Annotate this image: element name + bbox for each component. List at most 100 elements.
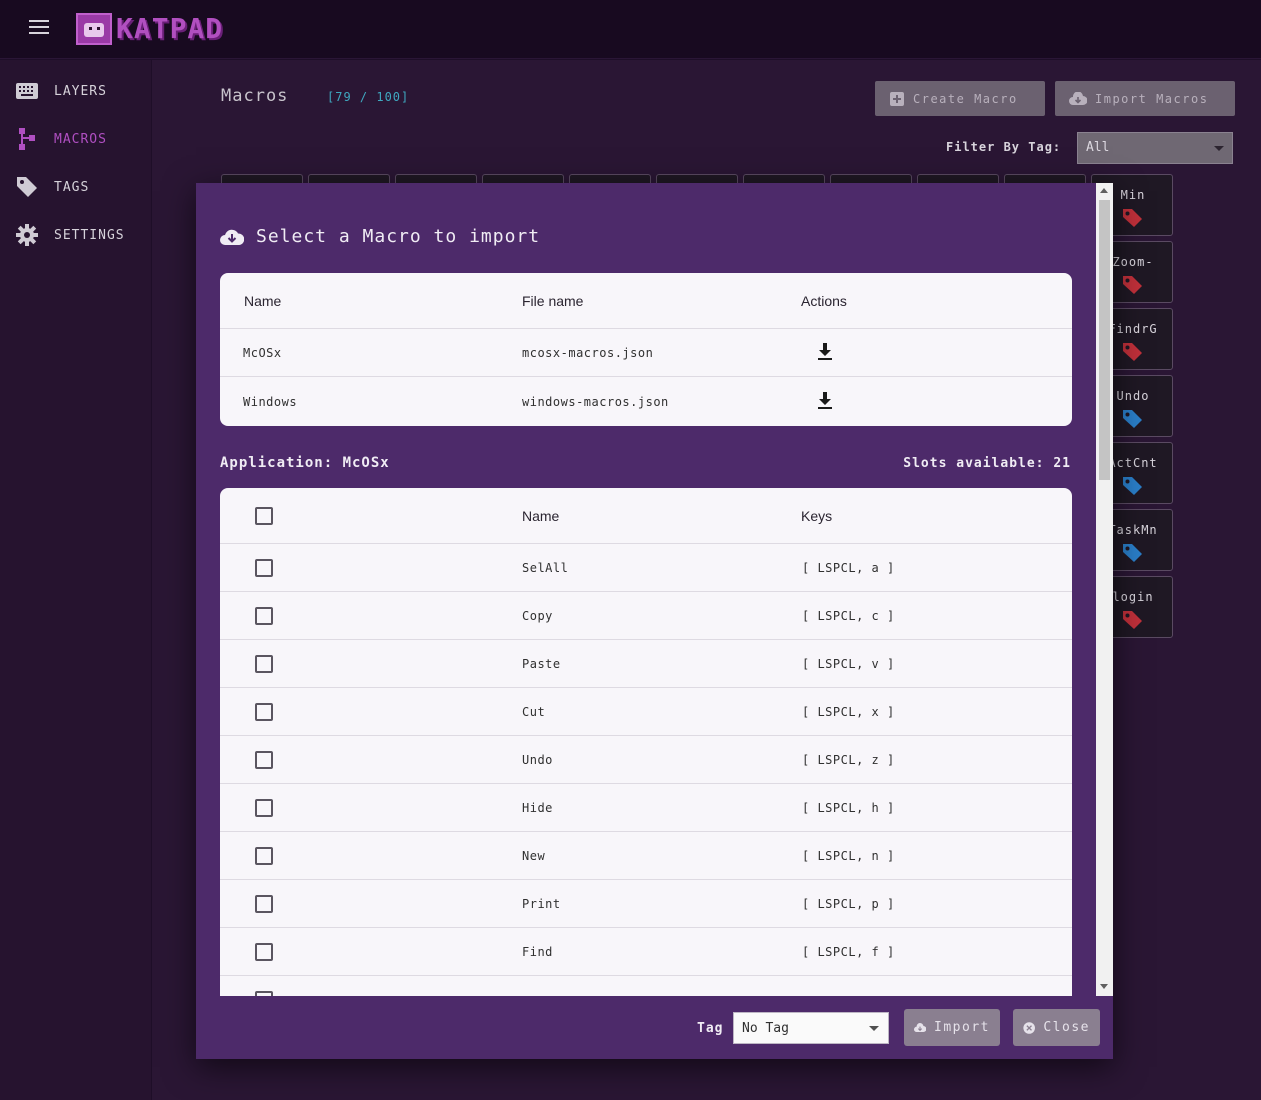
sidebar: LAYERS MACROS TAGS SETTINGS <box>0 60 151 1100</box>
table-row[interactable]: Find [ LSPCL, f ] <box>220 928 1072 976</box>
macro-name: Find <box>522 945 553 959</box>
row-checkbox[interactable] <box>255 559 273 577</box>
chevron-down-icon <box>1214 146 1224 151</box>
tag-icon <box>1123 611 1142 629</box>
scroll-up-icon[interactable] <box>1100 188 1108 193</box>
table-row[interactable]: Undo [ LSPCL, z ] <box>220 736 1072 784</box>
macro-keys: [ LSPCL, a ] <box>802 561 895 575</box>
row-checkbox[interactable] <box>255 607 273 625</box>
app-logo: KATPAD <box>76 12 223 45</box>
macro-name: Copy <box>522 609 553 623</box>
close-button[interactable]: Close <box>1013 1009 1100 1046</box>
row-checkbox[interactable] <box>255 895 273 913</box>
macro-keys: [ LSPCL, z ] <box>802 753 895 767</box>
macro-name: Print <box>522 897 561 911</box>
macros-icon <box>16 128 38 150</box>
tag-icon <box>1123 477 1142 495</box>
row-checkbox[interactable] <box>255 847 273 865</box>
table-row[interactable]: New [ LSPCL, n ] <box>220 832 1072 880</box>
tag-select-value: No Tag <box>742 1021 789 1036</box>
table-row[interactable]: Hide [ LSPCL, h ] <box>220 784 1072 832</box>
dialog-title: Select a Macro to import <box>220 226 540 247</box>
macros-table: Name Keys SelAll [ LSPCL, a ] Copy [ LSP… <box>220 488 1072 996</box>
sidebar-item-label: TAGS <box>54 179 90 195</box>
cloud-download-icon <box>220 229 244 245</box>
import-button-label: Import <box>934 1020 990 1035</box>
tag-icon <box>1123 209 1142 227</box>
row-checkbox[interactable] <box>255 655 273 673</box>
cloud-download-icon <box>1069 91 1087 105</box>
macro-keys: [ LSPCL, x ] <box>802 705 895 719</box>
sidebar-item-macros[interactable]: MACROS <box>0 119 151 159</box>
import-button[interactable]: Import <box>904 1009 1000 1046</box>
create-macro-label: Create Macro <box>913 91 1018 106</box>
tag-icon <box>16 176 38 198</box>
import-macro-dialog: Select a Macro to import Name File name … <box>196 183 1113 1059</box>
download-icon[interactable] <box>817 343 833 365</box>
dialog-scrollbar[interactable] <box>1096 183 1113 996</box>
tag-select[interactable]: No Tag <box>733 1012 889 1044</box>
macro-keys: [ LSPCL, f ] <box>802 945 895 959</box>
macro-keys: [ LSPCL, p ] <box>802 897 895 911</box>
row-checkbox[interactable] <box>255 799 273 817</box>
macro-name: Hide <box>522 801 553 815</box>
keyboard-icon <box>16 80 38 102</box>
filter-tag-select[interactable]: All <box>1077 132 1233 164</box>
sidebar-item-settings[interactable]: SETTINGS <box>0 215 151 255</box>
macro-keys: [ LSPCL, n ] <box>802 849 895 863</box>
macro-name: New <box>522 849 546 863</box>
row-checkbox[interactable] <box>255 991 273 996</box>
cat-logo-icon <box>76 12 112 45</box>
scroll-down-icon[interactable] <box>1100 984 1108 989</box>
scrollbar-thumb[interactable] <box>1099 200 1110 480</box>
menu-icon[interactable] <box>29 20 49 36</box>
table-row[interactable]: Print [ LSPCL, p ] <box>220 880 1072 928</box>
file-app-name: Windows <box>243 395 298 409</box>
brand-name: KATPAD <box>116 12 224 45</box>
macro-keys: [ LSPCL, h ] <box>802 801 895 815</box>
table-row[interactable]: Cut [ LSPCL, x ] <box>220 688 1072 736</box>
select-all-checkbox[interactable] <box>255 507 273 525</box>
filter-label: Filter By Tag: <box>946 140 1062 154</box>
col-header-actions: Actions <box>801 293 847 309</box>
dialog-title-text: Select a Macro to import <box>256 226 541 247</box>
col-header-file: File name <box>522 293 584 309</box>
macro-name: Cut <box>522 705 546 719</box>
chevron-down-icon <box>869 1026 879 1031</box>
table-row: Windows windows-macros.json <box>220 378 1072 426</box>
row-checkbox[interactable] <box>255 703 273 721</box>
table-header: Name File name Actions <box>220 273 1072 329</box>
col-header-name: Name <box>522 508 560 524</box>
download-icon[interactable] <box>817 392 833 414</box>
tag-icon <box>1123 343 1142 361</box>
table-row[interactable] <box>220 976 1072 996</box>
import-macros-button[interactable]: Import Macros <box>1055 81 1235 116</box>
col-header-keys: Keys <box>801 508 833 524</box>
top-bar: KATPAD <box>0 0 1261 59</box>
macro-keys: [ LSPCL, c ] <box>802 609 895 623</box>
macro-name: SelAll <box>522 561 569 575</box>
create-macro-button[interactable]: Create Macro <box>875 81 1045 116</box>
table-row[interactable]: SelAll [ LSPCL, a ] <box>220 544 1072 592</box>
sidebar-item-label: MACROS <box>54 131 107 147</box>
macro-name: Paste <box>522 657 561 671</box>
cloud-download-icon <box>914 1022 927 1032</box>
row-checkbox[interactable] <box>255 751 273 769</box>
macro-count: [79 / 100] <box>327 90 410 104</box>
sidebar-item-tags[interactable]: TAGS <box>0 167 151 207</box>
table-row[interactable]: Copy [ LSPCL, c ] <box>220 592 1072 640</box>
table-row[interactable]: Paste [ LSPCL, v ] <box>220 640 1072 688</box>
close-button-label: Close <box>1043 1020 1090 1035</box>
files-table: Name File name Actions McOSx mcosx-macro… <box>220 273 1072 426</box>
col-header-name: Name <box>244 293 282 309</box>
row-checkbox[interactable] <box>255 943 273 961</box>
tag-icon <box>1123 276 1142 294</box>
close-circle-icon <box>1023 1021 1035 1034</box>
add-box-icon <box>890 91 904 106</box>
tag-label: Tag <box>697 1021 724 1036</box>
sidebar-item-layers[interactable]: LAYERS <box>0 71 151 111</box>
slots-available-label: Slots available: 21 <box>903 456 1071 471</box>
file-app-name: McOSx <box>243 346 282 360</box>
tag-icon <box>1123 410 1142 428</box>
table-row: McOSx mcosx-macros.json <box>220 329 1072 377</box>
